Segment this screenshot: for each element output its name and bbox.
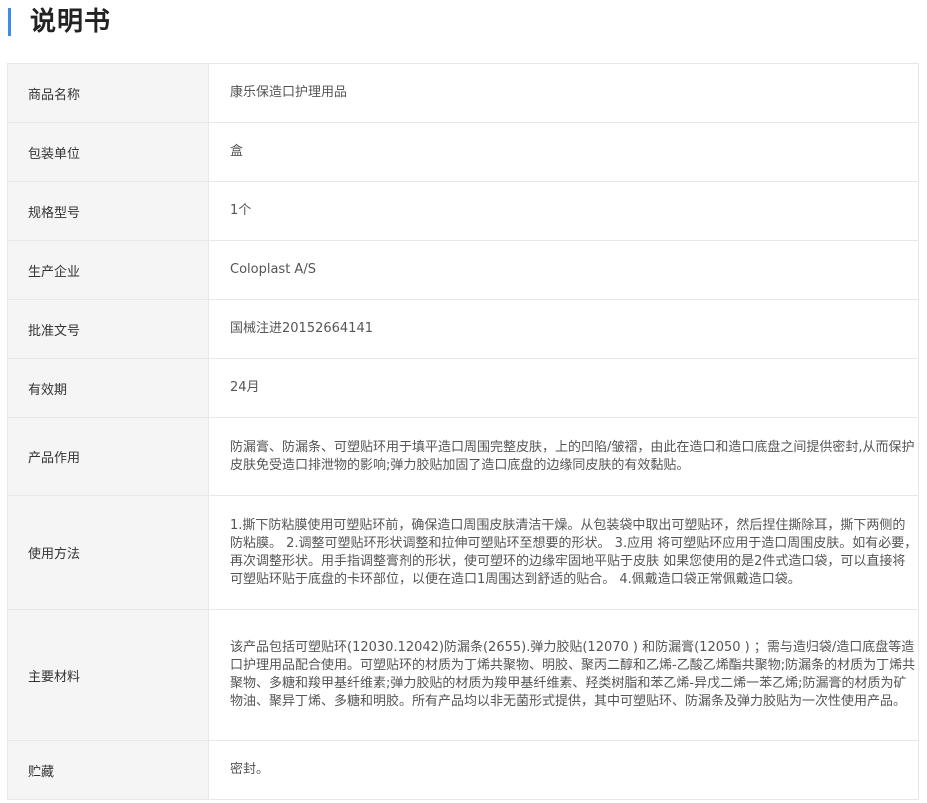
spec-value: 康乐保造口护理用品 xyxy=(208,63,919,123)
spec-row-shelf-life: 有效期 24月 xyxy=(7,358,919,418)
spec-value: 密封。 xyxy=(208,740,919,800)
spec-label: 规格型号 xyxy=(7,181,209,241)
spec-label: 商品名称 xyxy=(7,63,209,123)
spec-row-materials: 主要材料 该产品包括可塑贴环(12030.12042)防漏条(2655).弹力胶… xyxy=(7,609,919,741)
spec-label: 生产企业 xyxy=(7,240,209,300)
spec-row-usage: 使用方法 1.撕下防粘膜使用可塑贴环前，确保造口周围皮肤清洁干燥。从包装袋中取出… xyxy=(7,495,919,610)
product-spec-table: 商品名称 康乐保造口护理用品 包装单位 盒 规格型号 1个 生产企业 Colop… xyxy=(7,63,919,800)
spec-row-storage: 贮藏 密封。 xyxy=(7,740,919,800)
spec-row-manufacturer: 生产企业 Coloplast A/S xyxy=(7,240,919,300)
spec-row-model: 规格型号 1个 xyxy=(7,181,919,241)
spec-value: 该产品包括可塑贴环(12030.12042)防漏条(2655).弹力胶贴(120… xyxy=(208,609,919,741)
spec-label: 产品作用 xyxy=(7,417,209,496)
spec-value: 1.撕下防粘膜使用可塑贴环前，确保造口周围皮肤清洁干燥。从包装袋中取出可塑贴环，… xyxy=(208,495,919,610)
spec-value: 国械注进20152664141 xyxy=(208,299,919,359)
heading-accent-bar xyxy=(8,8,11,36)
spec-label: 使用方法 xyxy=(7,495,209,610)
spec-value: 1个 xyxy=(208,181,919,241)
spec-row-approval-number: 批准文号 国械注进20152664141 xyxy=(7,299,919,359)
page-title: 说明书 xyxy=(30,7,112,37)
spec-value: 防漏膏、防漏条、可塑贴环用于填平造口周围完整皮肤，上的凹陷/皱褶，由此在造口和造… xyxy=(208,417,919,496)
section-heading: 说明书 xyxy=(0,0,927,46)
spec-label: 贮藏 xyxy=(7,740,209,800)
instructions-page: 说明书 商品名称 康乐保造口护理用品 包装单位 盒 规格型号 1个 生产企业 C… xyxy=(0,0,927,803)
spec-label: 批准文号 xyxy=(7,299,209,359)
spec-row-function: 产品作用 防漏膏、防漏条、可塑贴环用于填平造口周围完整皮肤，上的凹陷/皱褶，由此… xyxy=(7,417,919,496)
spec-value: 盒 xyxy=(208,122,919,182)
spec-row-product-name: 商品名称 康乐保造口护理用品 xyxy=(7,63,919,123)
spec-value: Coloplast A/S xyxy=(208,240,919,300)
spec-row-package-unit: 包装单位 盒 xyxy=(7,122,919,182)
spec-label: 包装单位 xyxy=(7,122,209,182)
spec-label: 主要材料 xyxy=(7,609,209,741)
spec-value: 24月 xyxy=(208,358,919,418)
spec-label: 有效期 xyxy=(7,358,209,418)
